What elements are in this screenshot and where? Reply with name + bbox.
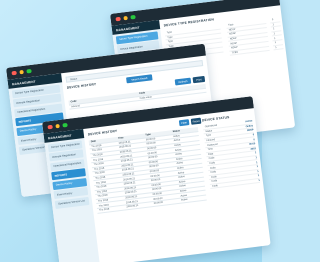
detail-value: 1	[257, 169, 259, 173]
close-icon[interactable]	[47, 124, 53, 130]
detail-value: 1	[257, 174, 260, 178]
maximize-icon[interactable]	[26, 68, 32, 74]
print-button[interactable]: Print	[192, 75, 206, 84]
filter-button[interactable]: Filter	[178, 119, 190, 127]
history-table: Date Time Type Status Thu 2018 2018.08.21…	[88, 127, 207, 214]
code-column: 0 1 1 1 1 1 1	[269, 17, 284, 51]
type-column: Type NDSP NDSP NDSP NDSP NDSP TCBS	[226, 19, 270, 56]
minimize-icon[interactable]	[122, 15, 128, 21]
code-cell: 1	[273, 44, 284, 51]
detail-value: 1	[254, 151, 257, 155]
reset-button[interactable]: Reset	[190, 117, 202, 125]
detail-value: 1	[255, 160, 258, 164]
detail-value: 1	[255, 156, 258, 160]
maximize-icon[interactable]	[62, 122, 68, 128]
close-icon[interactable]	[115, 16, 121, 22]
table-body: Thu 2018 2018.08.21 00:00:00 Active Thu 2018…	[89, 131, 207, 214]
window-front: MANAGEMENT Device Type Registration Remo…	[42, 96, 271, 262]
main-panel: DEVICE HISTORY Filter Reset Date Time Ty…	[83, 108, 271, 262]
detail-value: Active	[245, 119, 253, 124]
detail-value: 1	[256, 165, 259, 169]
close-icon[interactable]	[11, 70, 17, 76]
detail-value: Online	[245, 124, 254, 129]
minimize-icon[interactable]	[54, 123, 60, 129]
refresh-button[interactable]: Refresh	[174, 77, 192, 86]
detail-value: 1	[258, 178, 260, 183]
detail-list: Operational Active Status Online Type NDSP Inb…	[202, 119, 261, 190]
minimize-icon[interactable]	[18, 69, 24, 75]
detail-panel: DEVICE STATUS Operational Active Status Onl…	[202, 112, 261, 190]
maximize-icon[interactable]	[130, 14, 136, 20]
detail-value: 00:00	[249, 142, 256, 147]
detail-value: 0	[253, 137, 255, 142]
detail-value: 2018	[250, 147, 257, 151]
detail-value: NDSP	[246, 128, 254, 133]
search-result-button[interactable]: Search Result	[126, 74, 153, 84]
detail-value: 0	[252, 133, 255, 137]
